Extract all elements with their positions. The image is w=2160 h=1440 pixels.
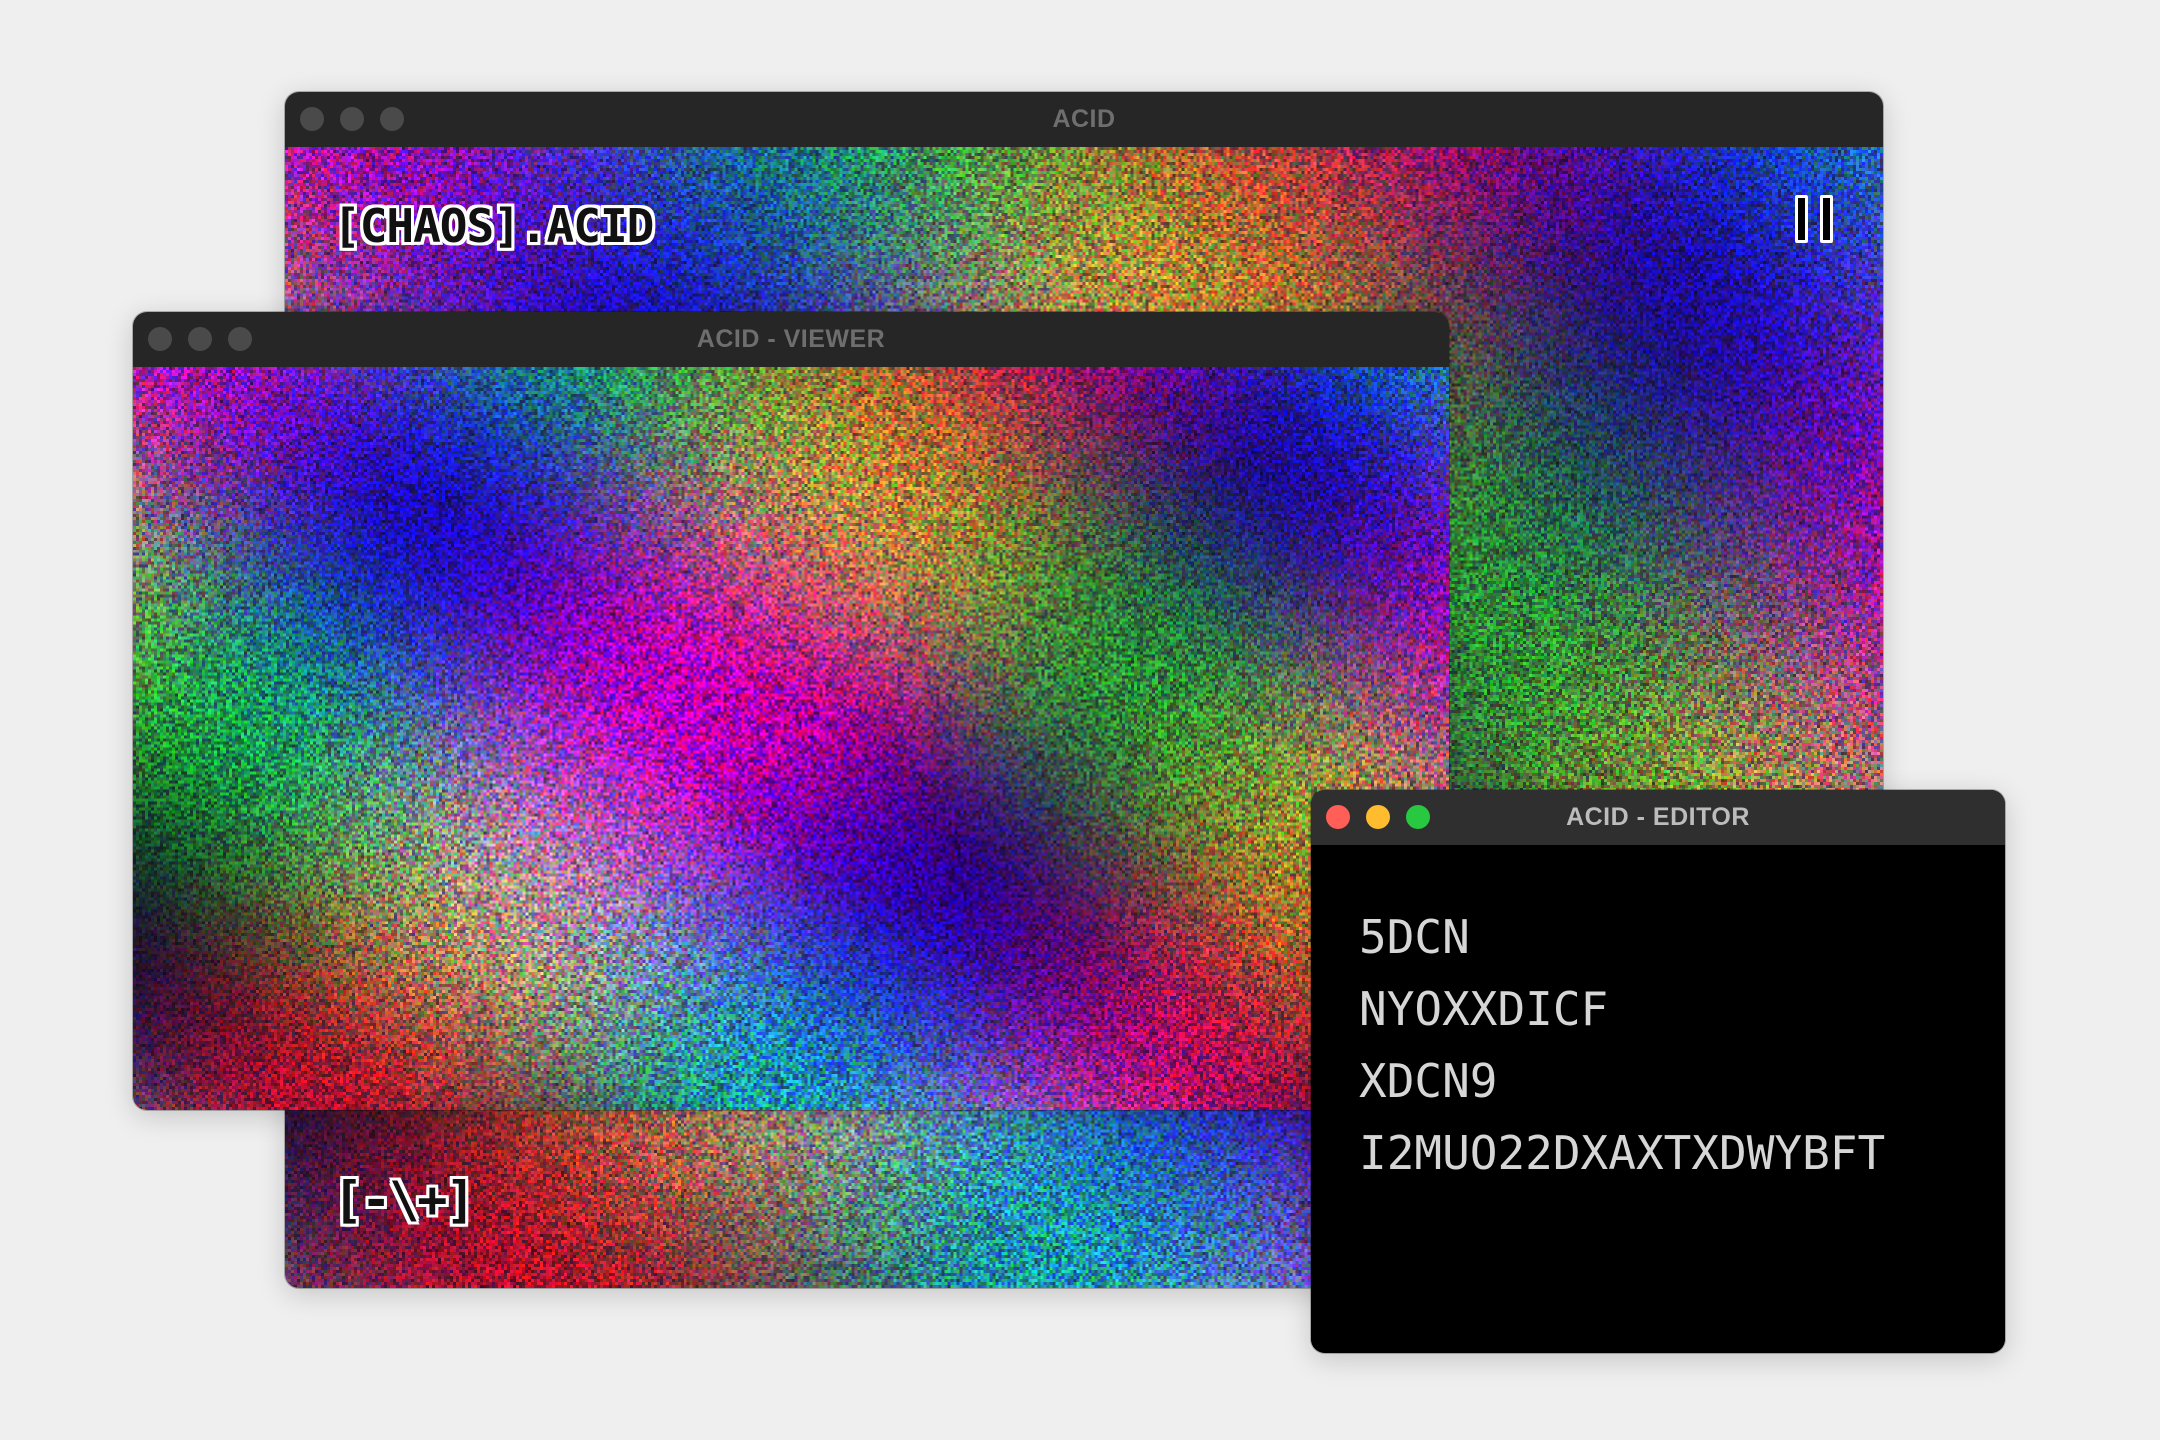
editor-text-area[interactable]: 5DCN NYOXXDICF XDCN9 I2MUO22DXAXTXDWYBFT: [1311, 845, 2005, 1353]
editor-lines[interactable]: 5DCN NYOXXDICF XDCN9 I2MUO22DXAXTXDWYBFT: [1359, 901, 1885, 1189]
acid-label: [CHAOS].ACID: [333, 199, 654, 253]
zoom-button[interactable]: [1406, 805, 1430, 829]
window-controls: [1326, 805, 1430, 829]
zoom-button[interactable]: [228, 327, 252, 351]
window-title: ACID - VIEWER: [696, 325, 886, 353]
acid-symbol: [-\+]: [333, 1171, 476, 1229]
editor-line[interactable]: NYOXXDICF: [1359, 973, 1885, 1045]
editor-line[interactable]: XDCN9: [1359, 1045, 1885, 1117]
viewer-canvas-area[interactable]: [133, 367, 1449, 1110]
window-controls: [300, 107, 404, 131]
zoom-button[interactable]: [380, 107, 404, 131]
close-button[interactable]: [1326, 805, 1350, 829]
close-button[interactable]: [148, 327, 172, 351]
window-title: ACID: [1052, 105, 1116, 133]
pause-button[interactable]: [1795, 195, 1833, 243]
window-controls: [148, 327, 252, 351]
minimize-button[interactable]: [340, 107, 364, 131]
pause-icon: [1795, 195, 1808, 243]
viewer-titlebar[interactable]: ACID - VIEWER: [133, 312, 1449, 367]
editor-line[interactable]: I2MUO22DXAXTXDWYBFT: [1359, 1117, 1885, 1189]
editor-window[interactable]: ACID - EDITOR 5DCN NYOXXDICF XDCN9 I2MUO…: [1311, 790, 2005, 1353]
editor-titlebar[interactable]: ACID - EDITOR: [1311, 790, 2005, 845]
minimize-button[interactable]: [188, 327, 212, 351]
noise-canvas[interactable]: [133, 367, 1449, 1110]
minimize-button[interactable]: [1366, 805, 1390, 829]
window-title: ACID - EDITOR: [1566, 803, 1750, 831]
editor-line[interactable]: 5DCN: [1359, 901, 1885, 973]
viewer-window[interactable]: ACID - VIEWER: [133, 312, 1449, 1110]
close-button[interactable]: [300, 107, 324, 131]
acid-titlebar[interactable]: ACID: [285, 92, 1883, 147]
